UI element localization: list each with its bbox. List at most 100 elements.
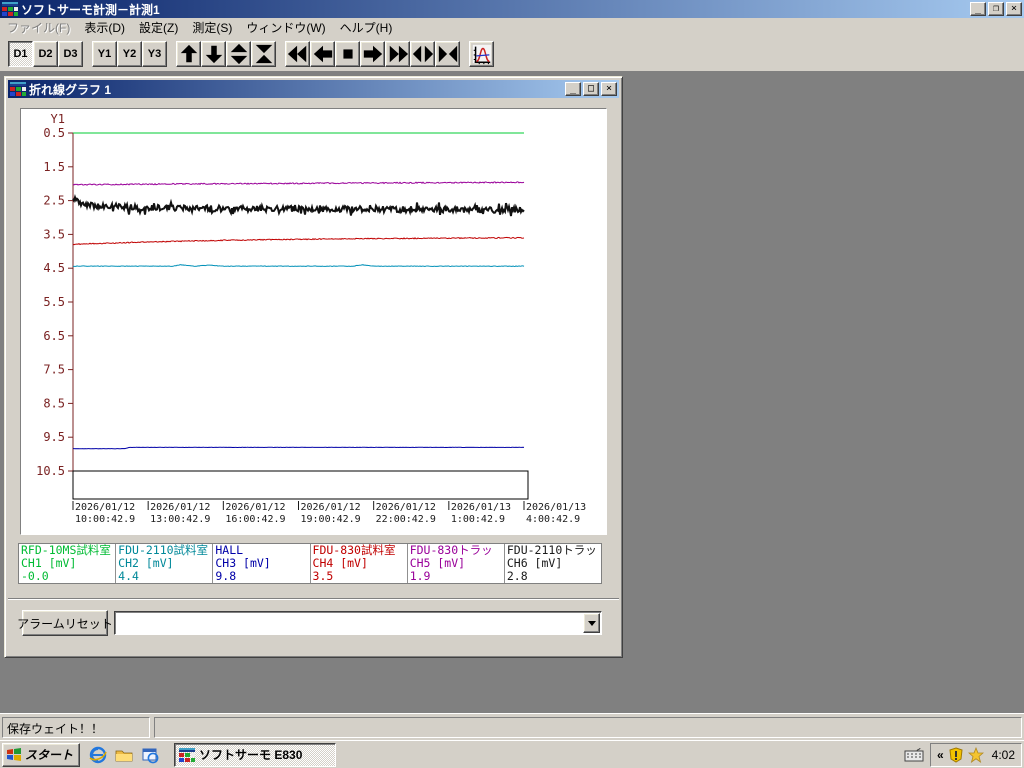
outlook-express-icon[interactable] xyxy=(140,745,160,765)
legend-channel-4: FDU-830試料室 CH4 [mV] 3.5 xyxy=(311,544,408,583)
graph-window: 折れ線グラフ 1 _ □ × Y1 0.5 1.5 2.5 3.5 4.5 5.5 6.5 7.… xyxy=(4,76,623,658)
star-icon[interactable] xyxy=(967,746,984,763)
legend-value: 3.5 xyxy=(312,569,334,583)
scroll-up-button[interactable] xyxy=(176,41,201,67)
desktop: ソフトサーモ計測－計測1 _ ❐ × ファイル(F) 表示(D) 設定(Z) 測… xyxy=(0,0,1024,768)
line-chart-panel: Y1 0.5 1.5 2.5 3.5 4.5 5.5 6.5 7.5 8.5 9.5 10.5 2026… xyxy=(20,108,607,535)
task-button-softthermo[interactable]: ソフトサーモ E830 xyxy=(174,742,337,767)
x-tick-date: 2026/01/13 xyxy=(526,502,586,513)
toolbar-button-d3[interactable]: D3 xyxy=(58,41,83,67)
series-line-ch5 xyxy=(72,181,525,186)
menu-measure[interactable]: 測定(S) xyxy=(185,17,239,38)
series-line-ch3 xyxy=(72,446,525,450)
step-forward-button[interactable] xyxy=(360,41,385,67)
x-tick-date: 2026/01/12 xyxy=(301,502,361,513)
restore-button[interactable]: ❐ xyxy=(988,2,1004,16)
step-back-icon xyxy=(313,45,332,63)
keyboard-icon[interactable] xyxy=(904,747,924,762)
y-tick-label: 8.5 xyxy=(43,396,65,410)
menu-window[interactable]: ウィンドウ(W) xyxy=(239,17,332,38)
series-line-ch4 xyxy=(72,236,525,246)
x-tick-time: 10:00:42.9 xyxy=(75,514,135,525)
security-shield-icon[interactable] xyxy=(948,746,964,763)
main-window-title: ソフトサーモ計測－計測1 xyxy=(21,2,160,17)
windows-logo-icon xyxy=(7,748,21,761)
expand-vertical-button[interactable] xyxy=(226,41,251,67)
fast-forward-button[interactable] xyxy=(385,41,410,67)
legend-channel-1: RFD-10MS試料室 CH1 [mV] -0.0 xyxy=(19,544,117,583)
stop-button[interactable] xyxy=(335,41,360,67)
menu-view[interactable]: 表示(D) xyxy=(77,17,132,38)
legend-value: 1.9 xyxy=(409,569,431,583)
y-tick-label: 3.5 xyxy=(43,227,65,241)
graph-minimize-button[interactable]: _ xyxy=(565,82,581,96)
toolbar-button-y3[interactable]: Y3 xyxy=(142,41,167,67)
step-back-button[interactable] xyxy=(310,41,335,67)
expand-horizontal-icon xyxy=(412,45,433,63)
collapse-chevron-icon[interactable]: « xyxy=(937,748,944,762)
graph-settings-button[interactable] xyxy=(469,41,494,67)
legend-channel-6: FDU-2110トラッ CH6 [mV] 2.8 xyxy=(505,544,601,583)
divider xyxy=(8,598,619,600)
toolbar: D1 D2 D3 Y1 Y2 Y3 xyxy=(0,37,1024,72)
legend-channel-2: FDU-2110試料室 CH2 [mV] 4.4 xyxy=(116,544,214,583)
legend-channel-3: HALL CH3 [mV] 9.8 xyxy=(213,544,311,583)
x-tick-date: 2026/01/12 xyxy=(225,502,285,513)
compress-horizontal-button[interactable] xyxy=(435,41,460,67)
scroll-down-icon xyxy=(205,45,222,64)
scroll-up-icon xyxy=(180,44,197,63)
taskbar: スタート ソフトサーモ E830 « 4:02 xyxy=(0,740,1024,768)
minimize-button[interactable]: _ xyxy=(970,2,986,16)
menu-bar: ファイル(F) 表示(D) 設定(Z) 測定(S) ウィンドウ(W) ヘルプ(H… xyxy=(0,18,1024,37)
fast-forward-icon xyxy=(389,45,408,63)
status-message: 保存ウェイト！！ xyxy=(2,716,150,738)
y-tick-label: 2.5 xyxy=(43,194,65,208)
series-line-ch6 xyxy=(72,194,525,217)
internet-explorer-icon[interactable] xyxy=(88,745,108,765)
x-tick-time: 22:00:42.9 xyxy=(376,514,436,525)
toolbar-button-d2[interactable]: D2 xyxy=(33,41,58,67)
status-bar: 保存ウェイト！！ xyxy=(0,713,1024,740)
x-tick-time: 1:00:42.9 xyxy=(451,514,505,525)
alarm-combobox[interactable] xyxy=(114,611,602,635)
x-tick-date: 2026/01/12 xyxy=(75,502,135,513)
y-tick-label: 9.5 xyxy=(43,430,65,444)
y-tick-label: 5.5 xyxy=(43,295,65,309)
x-tick-time: 4:00:42.9 xyxy=(526,514,580,525)
folder-icon[interactable] xyxy=(114,745,134,765)
combobox-dropdown-button[interactable] xyxy=(583,613,600,633)
graph-window-icon xyxy=(10,82,26,96)
graph-settings-icon xyxy=(472,44,491,65)
fast-rewind-button[interactable] xyxy=(285,41,310,67)
menu-settings[interactable]: 設定(Z) xyxy=(132,17,185,38)
x-tick-date: 2026/01/13 xyxy=(451,502,511,513)
compress-horizontal-icon xyxy=(438,45,457,63)
mdi-workspace: 折れ線グラフ 1 _ □ × Y1 0.5 1.5 2.5 3.5 4.5 5.5 6.5 7.… xyxy=(0,72,1024,713)
expand-horizontal-button[interactable] xyxy=(410,41,435,67)
compress-vertical-button[interactable] xyxy=(251,41,276,67)
step-forward-icon xyxy=(363,45,382,63)
close-button[interactable]: × xyxy=(1006,2,1022,16)
toolbar-button-d1[interactable]: D1 xyxy=(8,41,33,67)
x-tick-time: 16:00:42.9 xyxy=(225,514,285,525)
graph-close-button[interactable]: × xyxy=(601,82,617,96)
toolbar-button-y1[interactable]: Y1 xyxy=(92,41,117,67)
stop-icon xyxy=(342,49,353,59)
scroll-down-button[interactable] xyxy=(201,41,226,67)
graph-maximize-button[interactable]: □ xyxy=(583,82,599,96)
alarm-reset-button[interactable]: アラームリセット xyxy=(17,610,113,636)
toolbar-button-y2[interactable]: Y2 xyxy=(117,41,142,67)
y-axis-label: Y1 xyxy=(51,112,65,126)
menu-file[interactable]: ファイル(F) xyxy=(0,17,77,38)
menu-help[interactable]: ヘルプ(H) xyxy=(333,17,400,38)
y-tick-label: 4.5 xyxy=(43,261,65,275)
app-icon xyxy=(2,2,18,16)
legend-channel-5: FDU-830トラッ CH5 [mV] 1.9 xyxy=(408,544,505,583)
start-button[interactable]: スタート xyxy=(2,742,81,767)
y-tick-label: 7.5 xyxy=(43,363,65,377)
status-panel-empty xyxy=(154,716,1022,738)
fast-rewind-icon xyxy=(287,45,306,63)
system-tray: « 4:02 xyxy=(929,742,1022,767)
legend-value: 9.8 xyxy=(215,569,237,583)
line-chart: Y10.5 1.5 2.5 3.5 4.5 5.5 6.5 7.5 8.5 9.5 10.5 2026… xyxy=(36,112,586,525)
